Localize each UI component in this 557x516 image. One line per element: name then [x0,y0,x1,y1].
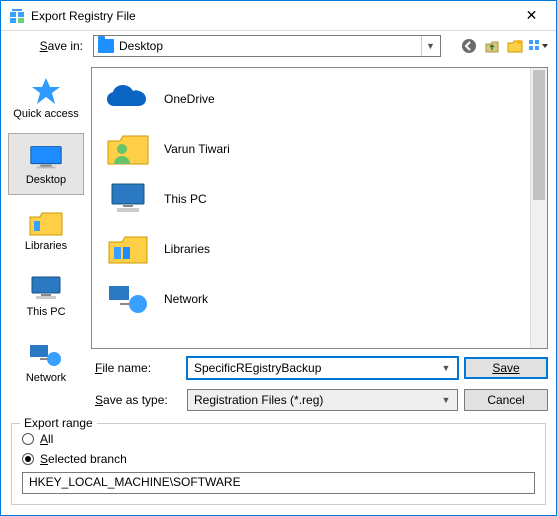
place-label: Quick access [13,108,78,120]
filename-input[interactable] [194,359,437,377]
button-label: Cancel [487,393,524,407]
button-label: Save [492,361,519,375]
place-label: Desktop [26,174,66,186]
save-in-label: Save in: [9,39,89,53]
item-label: OneDrive [164,92,215,106]
radio-selected-row[interactable]: Selected branch [22,452,535,466]
pc-icon [27,274,65,304]
libraries-icon [106,229,150,269]
location-toolbar: Save in: Desktop ▼ [1,31,556,61]
chevron-down-icon[interactable]: ▼ [437,358,455,378]
list-item[interactable]: This PC [98,174,530,224]
save-in-value: Desktop [119,39,163,53]
type-value: Registration Files (*.reg) [194,393,437,407]
item-label: This PC [164,192,207,206]
selected-branch-input[interactable] [29,473,528,491]
place-this-pc[interactable]: This PC [8,265,84,327]
place-libraries[interactable]: Libraries [8,199,84,261]
list-item[interactable]: Network [98,274,530,324]
pc-icon [106,179,150,219]
file-list: OneDrive Varun Tiwari This PC Libraries … [92,68,530,348]
place-label: Network [26,372,66,384]
chevron-down-icon[interactable]: ▼ [421,36,439,56]
window-title: Export Registry File [31,9,509,23]
up-one-level-button[interactable] [482,36,502,56]
type-label: Save as type: [91,393,181,407]
vertical-scrollbar[interactable] [530,68,547,348]
list-item[interactable]: Libraries [98,224,530,274]
network-icon [106,279,150,319]
file-controls: File name: ▼ Save Save as type: Registra… [91,349,548,417]
libraries-icon [27,208,65,238]
chevron-down-icon[interactable]: ▼ [437,390,455,410]
save-button[interactable]: Save [464,357,548,379]
export-range-group: Export range All Selected branch [11,423,546,505]
radio-all-row[interactable]: All [22,432,535,446]
place-label: Libraries [25,240,67,252]
item-label: Libraries [164,242,210,256]
export-range-legend: Export range [20,416,97,430]
place-quick-access[interactable]: Quick access [8,67,84,129]
radio-selected-branch[interactable] [22,453,34,465]
scrollbar-thumb[interactable] [533,70,545,200]
new-folder-button[interactable] [505,36,525,56]
registry-app-icon [9,8,25,24]
save-as-type-combo[interactable]: Registration Files (*.reg) ▼ [187,389,458,411]
network-icon [27,340,65,370]
filename-combo[interactable]: ▼ [187,357,458,379]
selected-branch-field[interactable] [22,472,535,494]
place-label: This PC [26,306,65,318]
user-folder-icon [106,129,150,169]
places-bar: Quick access Desktop Libraries This PC N… [1,61,91,419]
place-network[interactable]: Network [8,331,84,393]
close-button[interactable]: ✕ [509,1,554,30]
back-button[interactable] [459,36,479,56]
location-toolbar-buttons [459,36,548,56]
radio-all-label: All [40,432,53,446]
desktop-folder-icon [98,39,114,53]
radio-all[interactable] [22,433,34,445]
radio-selected-label: Selected branch [40,452,127,466]
main-area: Quick access Desktop Libraries This PC N… [1,61,556,419]
item-label: Varun Tiwari [164,142,230,156]
quick-access-icon [27,76,65,106]
desktop-icon [27,142,65,172]
list-item[interactable]: OneDrive [98,74,530,124]
titlebar: Export Registry File ✕ [1,1,556,31]
close-icon: ✕ [526,7,538,24]
view-menu-button[interactable] [528,36,548,56]
save-in-combo[interactable]: Desktop ▼ [93,35,441,57]
cancel-button[interactable]: Cancel [464,389,548,411]
file-listing[interactable]: OneDrive Varun Tiwari This PC Libraries … [91,67,548,349]
file-pane-wrap: OneDrive Varun Tiwari This PC Libraries … [91,61,556,419]
item-label: Network [164,292,208,306]
filename-label: File name: [91,361,181,375]
list-item[interactable]: Varun Tiwari [98,124,530,174]
place-desktop[interactable]: Desktop [8,133,84,195]
onedrive-icon [106,79,150,119]
